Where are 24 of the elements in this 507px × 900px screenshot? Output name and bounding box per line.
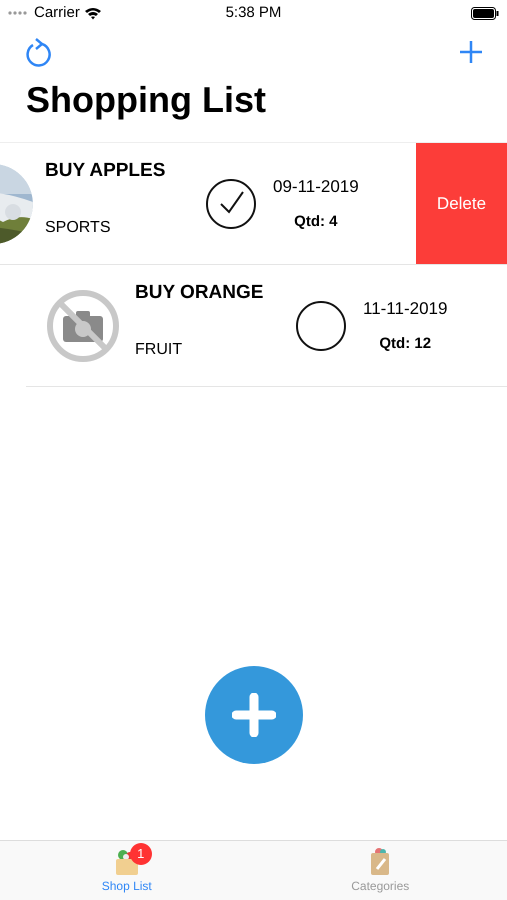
item-title: BUY APPLES: [45, 159, 166, 183]
badge-count: 1: [130, 843, 152, 865]
tab-item[interactable]: Categories: [254, 841, 507, 900]
add-icon[interactable]: [459, 40, 483, 64]
battery-icon: [471, 6, 499, 20]
item-title: BUY ORANGE: [135, 281, 264, 305]
item-category: SPORTS: [45, 218, 112, 238]
no-camera-icon: [46, 288, 120, 362]
refresh-icon[interactable]: [24, 37, 52, 67]
delete-button[interactable]: Delete: [416, 143, 507, 264]
item-quantity: Qtd: 4: [294, 212, 338, 232]
item-date: 09-11-2019: [273, 176, 359, 198]
item-category: FRUIT: [135, 340, 184, 360]
wifi-icon: [84, 6, 102, 20]
item-quantity: Qtd: 12: [379, 334, 432, 354]
tab-item[interactable]: 1 Shop List: [0, 841, 254, 900]
empty-circle-icon[interactable]: [295, 300, 347, 352]
plus-icon: [232, 693, 276, 737]
page-title: Shopping List: [25, 78, 267, 122]
item-date: 11-11-2019: [363, 298, 448, 320]
clipboard-icon: [369, 847, 392, 875]
status-time: 5:38 PM: [224, 2, 282, 23]
carrier-label: Carrier: [34, 2, 80, 23]
checked-circle-icon[interactable]: [205, 178, 257, 230]
